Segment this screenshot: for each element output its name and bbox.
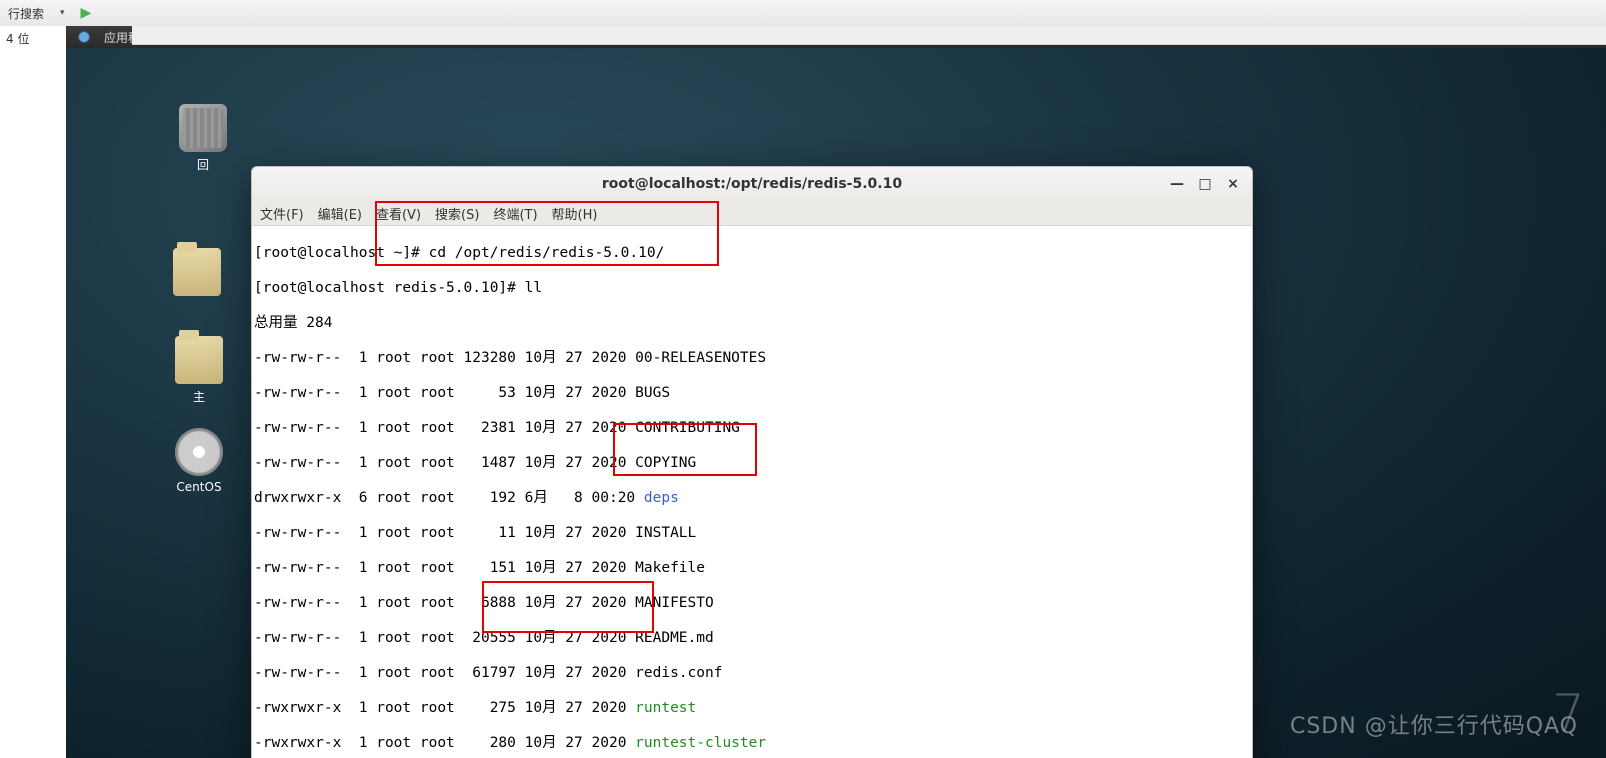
menu-file[interactable]: 文件(F) — [260, 204, 304, 223]
terminal-line: -rw-rw-r-- 1 root root 20555 10月 27 2020… — [252, 630, 1252, 648]
terminal-line: drwxrwxr-x 6 root root 192 6月 8 00:20 de… — [252, 490, 1252, 508]
host-sidebar-item: 4 位 — [0, 26, 66, 51]
terminal-title: root@localhost:/opt/redis/redis-5.0.10 — [602, 176, 902, 192]
terminal-line: 总用量 284 — [252, 315, 1252, 333]
terminal-line: [root@localhost ~]# cd /opt/redis/redis-… — [252, 245, 1252, 263]
terminal-line: [root@localhost redis-5.0.10]# ll — [252, 280, 1252, 298]
terminal-line: -rw-rw-r-- 1 root root 2381 10月 27 2020 … — [252, 420, 1252, 438]
menu-help[interactable]: 帮助(H) — [552, 204, 598, 223]
trash-icon[interactable]: 回 — [168, 104, 238, 173]
centos-disc-icon[interactable]: CentOS — [164, 428, 234, 494]
trash-label: 回 — [168, 156, 238, 173]
desktop[interactable]: 回 主 CentOS root@localhost:/opt/redis/red… — [66, 48, 1606, 758]
terminal-line: -rwxrwxr-x 1 root root 275 10月 27 2020 r… — [252, 700, 1252, 718]
terminal-line: -rw-rw-r-- 1 root root 6888 10月 27 2020 … — [252, 595, 1252, 613]
dropdown-icon[interactable]: ▾ — [60, 8, 65, 18]
centos-disc-label: CentOS — [164, 480, 234, 494]
window-maximize-button[interactable]: □ — [1192, 171, 1218, 197]
terminal-line: -rw-rw-r-- 1 root root 151 10月 27 2020 M… — [252, 560, 1252, 578]
menu-edit[interactable]: 编辑(E) — [318, 204, 362, 223]
watermark: CSDN @让你三行代码QAQ7 — [1290, 708, 1578, 740]
play-icon[interactable]: ▶ — [81, 5, 92, 21]
terminal-output[interactable]: [root@localhost ~]# cd /opt/redis/redis-… — [252, 226, 1252, 758]
activities-icon[interactable] — [78, 31, 90, 43]
menu-view[interactable]: 查看(V) — [376, 204, 421, 223]
folder-icon-1[interactable] — [162, 248, 232, 300]
window-close-button[interactable]: × — [1220, 171, 1246, 197]
host-sidebar: 4 位 — [0, 26, 67, 106]
dir-deps: deps — [644, 490, 679, 506]
host-search-label: 行搜索 — [8, 5, 44, 22]
terminal-window[interactable]: root@localhost:/opt/redis/redis-5.0.10 —… — [251, 166, 1253, 758]
terminal-line: -rw-rw-r-- 1 root root 53 10月 27 2020 BU… — [252, 385, 1252, 403]
host-editor-toolbar: 行搜索 ▾ ▶ — [0, 0, 1606, 27]
exe-runtest: runtest — [635, 700, 696, 716]
terminal-line: -rwxrwxr-x 1 root root 280 10月 27 2020 r… — [252, 735, 1252, 753]
terminal-line: -rw-rw-r-- 1 root root 61797 10月 27 2020… — [252, 665, 1252, 683]
terminal-menubar[interactable]: 文件(F) 编辑(E) 查看(V) 搜索(S) 终端(T) 帮助(H) — [252, 201, 1252, 226]
home-folder-label: 主 — [164, 388, 234, 405]
terminal-titlebar[interactable]: root@localhost:/opt/redis/redis-5.0.10 —… — [252, 167, 1252, 201]
menu-terminal[interactable]: 终端(T) — [493, 204, 537, 223]
exe-runtest-cluster: runtest-cluster — [635, 735, 766, 751]
terminal-line: -rw-rw-r-- 1 root root 123280 10月 27 202… — [252, 350, 1252, 368]
home-folder-icon[interactable]: 主 — [164, 336, 234, 405]
terminal-line: -rw-rw-r-- 1 root root 11 10月 27 2020 IN… — [252, 525, 1252, 543]
terminal-line: -rw-rw-r-- 1 root root 1487 10月 27 2020 … — [252, 455, 1252, 473]
window-minimize-button[interactable]: — — [1164, 171, 1190, 197]
menu-search[interactable]: 搜索(S) — [435, 204, 479, 223]
vm-inner-toolbar — [132, 26, 1606, 45]
